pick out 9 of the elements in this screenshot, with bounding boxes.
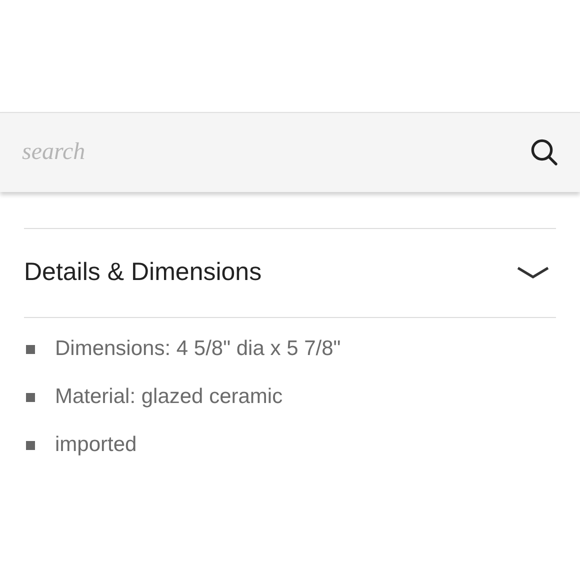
bullet-icon — [26, 392, 35, 402]
chevron-icon — [516, 265, 550, 281]
search-field[interactable]: search — [0, 112, 580, 192]
detail-text: Dimensions: 4 5/8" dia x 5 7/8" — [55, 336, 341, 362]
section-header[interactable]: Details & Dimensions — [24, 229, 556, 317]
detail-text: imported — [55, 432, 137, 458]
detail-text: Material: glazed ceramic — [55, 384, 283, 410]
bullet-icon — [26, 440, 35, 450]
bullet-icon — [26, 344, 35, 354]
